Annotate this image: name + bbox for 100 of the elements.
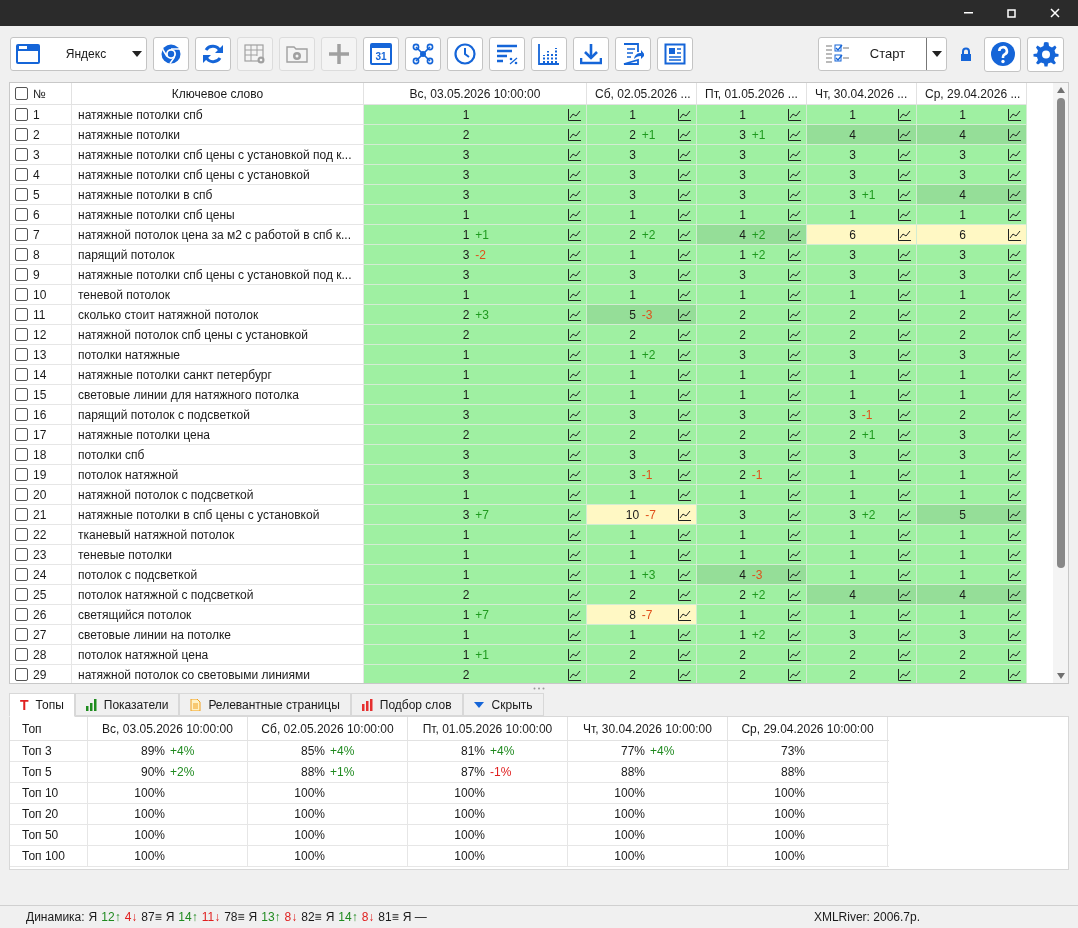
chart-icon[interactable]	[1008, 368, 1021, 381]
column-header[interactable]: Чт, 30.04.2026 ...	[807, 83, 917, 104]
chart-icon[interactable]	[898, 308, 911, 321]
chart-icon[interactable]	[678, 568, 691, 581]
chart-icon[interactable]	[568, 668, 581, 681]
checkbox[interactable]	[15, 428, 28, 441]
column-header[interactable]: Вс, 03.05.2026 10:00:00	[364, 83, 587, 104]
chart-icon[interactable]	[898, 108, 911, 121]
scroll-up-icon[interactable]	[1056, 87, 1065, 93]
chart-icon[interactable]	[568, 528, 581, 541]
chart-icon[interactable]	[1008, 168, 1021, 181]
checkbox[interactable]	[15, 508, 28, 521]
chart-icon[interactable]	[1008, 448, 1021, 461]
toolbar-button[interactable]	[657, 37, 693, 71]
chart-icon[interactable]	[568, 108, 581, 121]
chart-icon[interactable]	[1008, 408, 1021, 421]
column-header[interactable]: Ср, 29.04.2026 ...	[917, 83, 1027, 104]
chart-icon[interactable]	[1008, 608, 1021, 621]
chart-icon[interactable]	[1008, 548, 1021, 561]
chart-icon[interactable]	[898, 188, 911, 201]
chart-icon[interactable]	[788, 388, 801, 401]
chart-icon[interactable]	[1008, 508, 1021, 521]
minimize-icon[interactable]	[964, 12, 973, 14]
checkbox[interactable]	[15, 608, 28, 621]
toolbar-button[interactable]	[405, 37, 441, 71]
chart-icon[interactable]	[678, 488, 691, 501]
column-header[interactable]: Чт, 30.04.2026 10:00:00	[568, 717, 728, 740]
chart-icon[interactable]	[788, 368, 801, 381]
chart-icon[interactable]	[568, 408, 581, 421]
chart-icon[interactable]	[568, 508, 581, 521]
checkbox[interactable]	[15, 308, 28, 321]
chart-icon[interactable]	[568, 428, 581, 441]
checkbox[interactable]	[15, 268, 28, 281]
chart-icon[interactable]	[678, 368, 691, 381]
chart-icon[interactable]	[898, 648, 911, 661]
chart-icon[interactable]	[568, 568, 581, 581]
checkbox[interactable]	[15, 348, 28, 361]
chart-icon[interactable]	[898, 668, 911, 681]
chart-icon[interactable]	[568, 468, 581, 481]
chart-icon[interactable]	[1008, 488, 1021, 501]
chart-icon[interactable]	[678, 428, 691, 441]
chart-icon[interactable]	[568, 268, 581, 281]
chart-icon[interactable]	[788, 508, 801, 521]
splitter-grip-icon[interactable]	[533, 686, 545, 690]
toolbar-button[interactable]: 31	[363, 37, 399, 71]
chart-icon[interactable]	[898, 488, 911, 501]
chart-icon[interactable]	[898, 588, 911, 601]
column-header[interactable]: Сб, 02.05.2026 ...	[587, 83, 697, 104]
checkbox[interactable]	[15, 328, 28, 341]
maximize-icon[interactable]	[1007, 8, 1016, 18]
checkbox[interactable]	[15, 108, 28, 121]
chart-icon[interactable]	[678, 208, 691, 221]
column-header[interactable]: Сб, 02.05.2026 10:00:00	[248, 717, 408, 740]
chart-icon[interactable]	[1008, 148, 1021, 161]
scrollbar[interactable]	[1053, 83, 1068, 683]
chart-icon[interactable]	[678, 668, 691, 681]
chart-icon[interactable]	[568, 548, 581, 561]
chart-icon[interactable]	[568, 648, 581, 661]
chart-icon[interactable]	[678, 348, 691, 361]
chart-icon[interactable]	[678, 288, 691, 301]
checkbox[interactable]	[15, 548, 28, 561]
column-header[interactable]: Ключевое слово	[72, 83, 364, 104]
chart-icon[interactable]	[678, 548, 691, 561]
chart-icon[interactable]	[898, 628, 911, 641]
chart-icon[interactable]	[1008, 428, 1021, 441]
chart-icon[interactable]	[678, 108, 691, 121]
toolbar-button[interactable]	[153, 37, 189, 71]
checkbox[interactable]	[15, 388, 28, 401]
chart-icon[interactable]	[898, 368, 911, 381]
chart-icon[interactable]	[788, 208, 801, 221]
chart-icon[interactable]	[1008, 568, 1021, 581]
checkbox[interactable]	[15, 628, 28, 641]
chart-icon[interactable]	[898, 608, 911, 621]
start-dropdown[interactable]: Старт	[818, 37, 947, 71]
chart-icon[interactable]	[788, 408, 801, 421]
help-button[interactable]	[984, 36, 1021, 72]
scrollbar-thumb[interactable]	[1056, 98, 1065, 568]
chart-icon[interactable]	[568, 488, 581, 501]
toolbar-button[interactable]	[489, 37, 525, 71]
chart-icon[interactable]	[568, 288, 581, 301]
chart-icon[interactable]	[568, 208, 581, 221]
chart-icon[interactable]	[568, 608, 581, 621]
chart-icon[interactable]	[568, 328, 581, 341]
chart-icon[interactable]	[678, 328, 691, 341]
chart-icon[interactable]	[788, 288, 801, 301]
chart-icon[interactable]	[898, 288, 911, 301]
checkbox[interactable]	[15, 588, 28, 601]
chart-icon[interactable]	[678, 608, 691, 621]
column-header[interactable]: Ср, 29.04.2026 10:00:00	[728, 717, 888, 740]
chart-icon[interactable]	[898, 228, 911, 241]
chart-icon[interactable]	[788, 348, 801, 361]
tab[interactable]: Подбор слов	[350, 693, 463, 716]
chart-icon[interactable]	[788, 128, 801, 141]
chart-icon[interactable]	[678, 508, 691, 521]
chart-icon[interactable]	[1008, 208, 1021, 221]
chart-icon[interactable]	[678, 308, 691, 321]
chart-icon[interactable]	[788, 488, 801, 501]
checkbox[interactable]	[15, 228, 28, 241]
checkbox[interactable]	[15, 87, 28, 100]
chart-icon[interactable]	[1008, 108, 1021, 121]
